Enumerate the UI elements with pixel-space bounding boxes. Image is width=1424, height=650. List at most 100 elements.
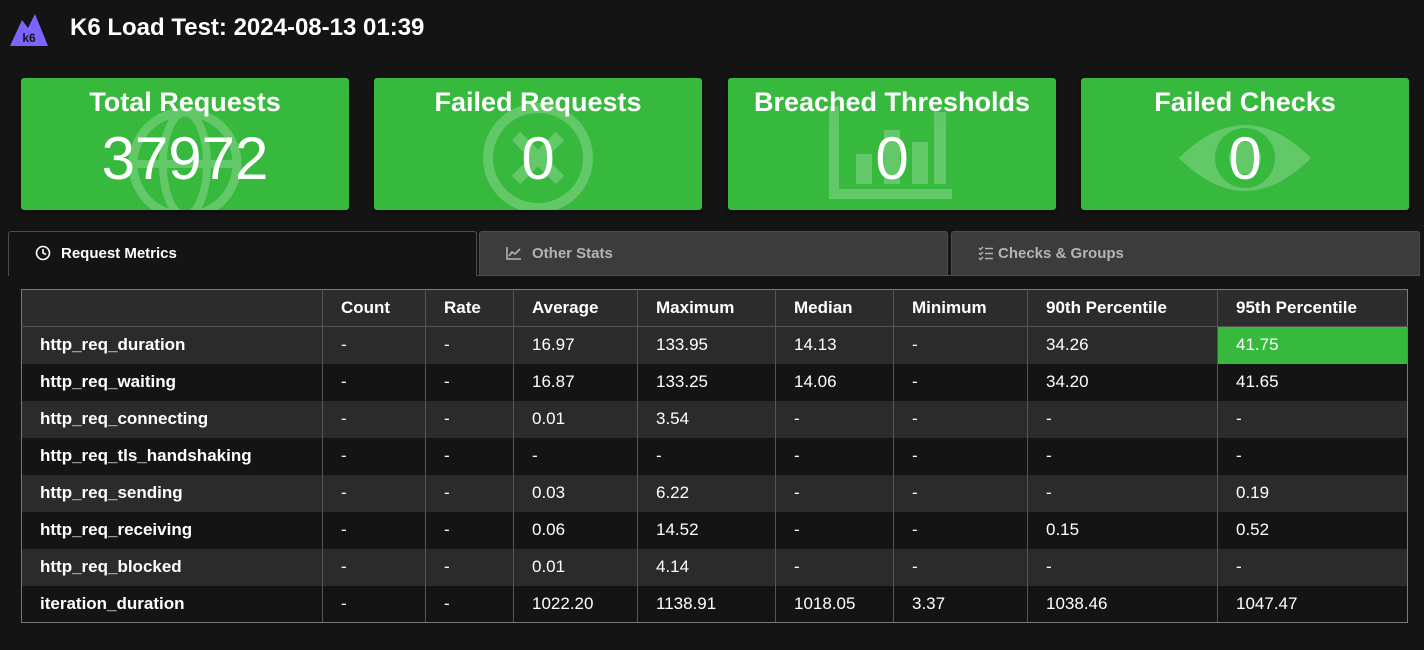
column-header-median: Median xyxy=(775,289,894,327)
table-cell: - xyxy=(893,400,1028,438)
checklist-icon xyxy=(978,246,993,261)
table-cell: - xyxy=(322,400,426,438)
table-cell: 1047.47 xyxy=(1217,585,1408,623)
tab-label: Other Stats xyxy=(532,245,613,262)
column-header-count: Count xyxy=(322,289,426,327)
table-cell: 16.87 xyxy=(513,363,638,401)
table-cell: - xyxy=(425,511,514,549)
page-title: K6 Load Test: 2024-08-13 01:39 xyxy=(70,14,425,41)
table-cell: 1022.20 xyxy=(513,585,638,623)
metric-name: http_req_receiving xyxy=(21,511,323,549)
table-cell: - xyxy=(425,548,514,586)
column-header-maximum: Maximum xyxy=(637,289,776,327)
table-row: http_req_duration - - 16.97 133.95 14.13… xyxy=(21,326,1408,364)
column-header-rate: Rate xyxy=(425,289,514,327)
table-cell: 133.25 xyxy=(637,363,776,401)
table-cell: - xyxy=(637,437,776,475)
column-header-metric xyxy=(21,289,323,327)
table-cell: 0.06 xyxy=(513,511,638,549)
table-cell: 1018.05 xyxy=(775,585,894,623)
table-cell: 1138.91 xyxy=(637,585,776,623)
table-cell: - xyxy=(425,363,514,401)
table-cell: - xyxy=(425,326,514,364)
table-row: http_req_connecting - - 0.01 3.54 - - - … xyxy=(21,400,1408,438)
table-cell: - xyxy=(1027,400,1218,438)
table-cell: 0.52 xyxy=(1217,511,1408,549)
card-value: 0 xyxy=(875,125,909,192)
card-value: 37972 xyxy=(101,125,269,192)
failed-requests-card: Failed Requests 0 xyxy=(374,78,702,210)
table-cell: 34.20 xyxy=(1027,363,1218,401)
table-cell: 14.13 xyxy=(775,326,894,364)
table-row: http_req_blocked - - 0.01 4.14 - - - - xyxy=(21,548,1408,586)
table-cell: - xyxy=(775,437,894,475)
table-cell: - xyxy=(513,437,638,475)
total-requests-card: Total Requests 37972 xyxy=(21,78,349,210)
table-cell: - xyxy=(893,326,1028,364)
table-cell: - xyxy=(775,400,894,438)
table-cell: 41.65 xyxy=(1217,363,1408,401)
tab-bar: Request Metrics Other Stats Checks & Gro… xyxy=(8,231,1420,276)
tab-label: Request Metrics xyxy=(61,245,177,262)
table-cell: 133.95 xyxy=(637,326,776,364)
table-cell: - xyxy=(1217,400,1408,438)
metric-name: http_req_waiting xyxy=(21,363,323,401)
table-cell: - xyxy=(322,326,426,364)
tab-divider xyxy=(477,275,1420,276)
table-cell: 0.15 xyxy=(1027,511,1218,549)
metric-name: iteration_duration xyxy=(21,585,323,623)
column-header-minimum: Minimum xyxy=(893,289,1028,327)
table-cell: - xyxy=(425,474,514,512)
table-cell: - xyxy=(893,474,1028,512)
table-cell: - xyxy=(893,511,1028,549)
table-cell: 14.06 xyxy=(775,363,894,401)
tab-other-stats[interactable]: Other Stats xyxy=(479,231,948,275)
tab-request-metrics[interactable]: Request Metrics xyxy=(8,231,477,276)
metric-name: http_req_sending xyxy=(21,474,323,512)
highlighted-cell: 41.75 xyxy=(1217,326,1408,364)
table-cell: 0.01 xyxy=(513,548,638,586)
table-row: http_req_sending - - 0.03 6.22 - - - 0.1… xyxy=(21,474,1408,512)
svg-text:k6: k6 xyxy=(22,31,36,45)
metric-name: http_req_connecting xyxy=(21,400,323,438)
tab-checks-groups[interactable]: Checks & Groups xyxy=(951,231,1420,275)
table-cell: - xyxy=(1027,474,1218,512)
column-header-95th-percentile: 95th Percentile xyxy=(1217,289,1408,327)
table-cell: 4.14 xyxy=(637,548,776,586)
card-title: Breached Thresholds xyxy=(753,87,1031,117)
table-cell: - xyxy=(322,511,426,549)
table-cell: - xyxy=(425,585,514,623)
metric-name: http_req_blocked xyxy=(21,548,323,586)
column-header-90th-percentile: 90th Percentile xyxy=(1027,289,1218,327)
table-cell: - xyxy=(322,363,426,401)
table-cell: 14.52 xyxy=(637,511,776,549)
table-cell: - xyxy=(322,585,426,623)
table-row: http_req_receiving - - 0.06 14.52 - - 0.… xyxy=(21,511,1408,549)
k6-logo-icon: k6 xyxy=(10,14,48,46)
table-cell: - xyxy=(322,474,426,512)
card-title: Failed Checks xyxy=(1154,87,1336,117)
table-cell: 6.22 xyxy=(637,474,776,512)
line-chart-icon xyxy=(506,247,521,260)
table-cell: - xyxy=(1027,437,1218,475)
card-value: 0 xyxy=(1228,125,1262,192)
table-cell: - xyxy=(893,437,1028,475)
breached-thresholds-card: Breached Thresholds 0 xyxy=(728,78,1056,210)
column-header-average: Average xyxy=(513,289,638,327)
table-cell: - xyxy=(1217,437,1408,475)
table-cell: - xyxy=(425,400,514,438)
clock-icon xyxy=(35,245,51,261)
table-row: http_req_waiting - - 16.87 133.25 14.06 … xyxy=(21,363,1408,401)
table-cell: 0.19 xyxy=(1217,474,1408,512)
table-cell: 3.37 xyxy=(893,585,1028,623)
table-cell: - xyxy=(775,511,894,549)
metric-name: http_req_duration xyxy=(21,326,323,364)
card-value: 0 xyxy=(521,125,555,192)
table-header-row: Count Rate Average Maximum Median Minimu… xyxy=(21,289,1408,327)
table-cell: 0.01 xyxy=(513,400,638,438)
table-cell: 1038.46 xyxy=(1027,585,1218,623)
tab-label: Checks & Groups xyxy=(998,245,1124,262)
table-row: http_req_tls_handshaking - - - - - - - - xyxy=(21,437,1408,475)
table-row: iteration_duration - - 1022.20 1138.91 1… xyxy=(21,585,1408,623)
table-cell: 3.54 xyxy=(637,400,776,438)
